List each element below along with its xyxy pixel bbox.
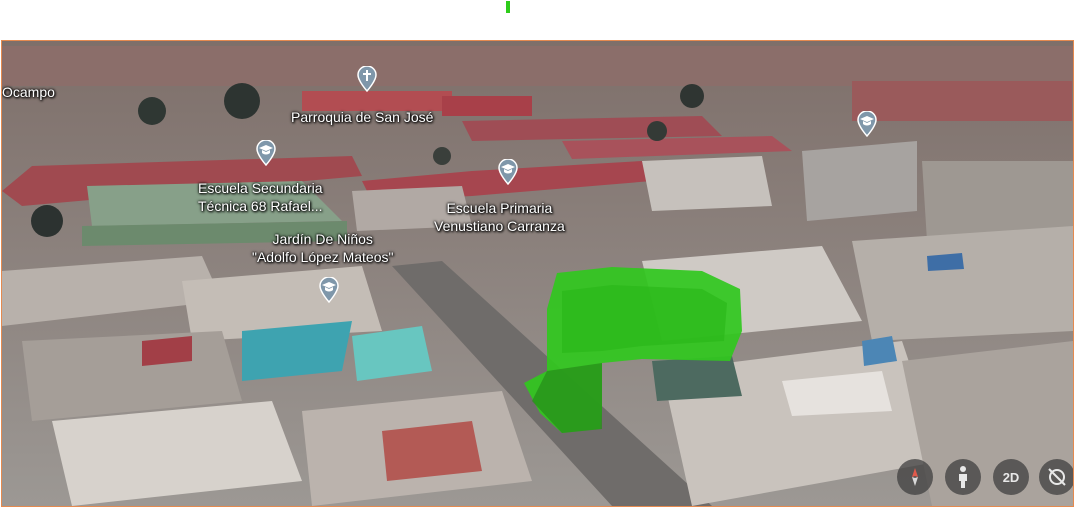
school-pin-icon[interactable] [857,111,877,137]
reset-tilt-button[interactable] [1039,459,1073,495]
map-view[interactable]: Ocampo Parroquia de San José Escuela Sec… [1,40,1074,507]
place-label-escuela-secundaria[interactable]: Escuela Secundaria Técnica 68 Rafael... [198,179,323,215]
place-label-line: Venustiano Carranza [434,218,565,234]
place-label-line: Jardín De Niños [272,231,373,247]
school-pin-icon[interactable] [319,277,339,303]
place-label-parroquia[interactable]: Parroquia de San José [291,108,433,126]
place-label-jardin[interactable]: Jardín De Niños "Adolfo López Mateos" [252,230,393,266]
tilt-icon [1048,468,1066,486]
pegman-icon [959,466,967,488]
school-pin-icon[interactable] [256,140,276,166]
church-pin-icon[interactable] [357,66,377,92]
view-2d-button[interactable]: 2D [993,459,1029,495]
school-pin-icon[interactable] [498,159,518,185]
place-label-ocampo[interactable]: Ocampo [2,83,55,101]
place-label-escuela-primaria[interactable]: Escuela Primaria Venustiano Carranza [434,199,565,235]
top-marker [506,1,510,13]
pegman-button[interactable] [945,459,981,495]
compass-button[interactable] [897,459,933,495]
place-label-line: "Adolfo López Mateos" [252,249,394,265]
top-strip [0,0,1075,40]
place-label-line: Técnica 68 Rafael... [198,198,323,214]
compass-icon [912,468,918,486]
place-label-line: Escuela Secundaria [198,180,323,196]
satellite-3d-terrain [2,41,1073,506]
place-label-line: Escuela Primaria [446,200,553,216]
